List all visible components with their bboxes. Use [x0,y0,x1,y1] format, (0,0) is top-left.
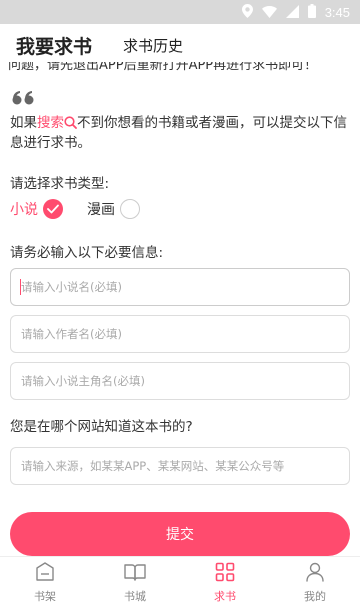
checkmark-icon[interactable] [43,199,63,219]
nav-label-bookstore: 书城 [124,590,146,602]
clipped-notice: 问题，请先退出APP后重新打开APP再进行求书即可！ [0,62,360,74]
source-input[interactable] [10,447,350,485]
nav-label-request: 求书 [214,590,236,602]
user-icon [305,562,325,585]
type-option-comic-label: 漫画 [87,202,115,218]
bookshelf-icon [34,562,56,585]
text-caret [20,279,21,295]
type-label: 请选择求书类型: [10,176,110,192]
novel-name-input[interactable] [10,268,350,306]
search-icon [64,116,77,129]
radio-empty-icon[interactable] [120,199,140,219]
nav-item-bookstore[interactable]: 书城 [90,557,180,602]
source-question-label: 您是在哪个网站知道这本书的? [10,419,193,435]
type-option-comic[interactable]: 漫画 [87,199,140,219]
nav-item-request[interactable]: 求书 [180,557,270,602]
required-info-label: 请务必输入以下必要信息: [10,245,164,261]
battery-icon [307,3,316,22]
nav-label-profile: 我的 [304,590,326,602]
nav-item-bookshelf[interactable]: 书架 [0,557,90,602]
type-option-novel-label: 小说 [10,202,38,218]
protagonist-name-input[interactable] [10,362,350,400]
status-bar: 3:45 [0,0,360,24]
search-link[interactable]: 搜索 [37,115,64,131]
tab-request-book[interactable]: 我要求书 [16,32,92,59]
submit-button[interactable]: 提交 [10,512,350,556]
grid-icon [215,562,235,585]
top-tabs: 我要求书 求书历史 [0,24,360,64]
intro-part1: 如果 [10,115,37,131]
type-selector: 小说 漫画 [10,199,140,219]
signal-icon [285,3,299,22]
quote-icon [12,90,36,109]
tab-request-history[interactable]: 求书历史 [123,35,183,56]
author-name-input[interactable] [10,315,350,353]
bottom-nav: 书架 书城 求书 我的 [0,556,360,602]
nav-label-bookshelf: 书架 [34,590,56,602]
clipped-notice-text: 问题，请先退出APP后重新打开APP再进行求书即可！ [8,62,318,73]
intro-text: 如果搜索 不到你想看的书籍或者漫画，可以提交以下信息进行求书。 [10,113,350,153]
status-time: 3:45 [324,5,350,20]
book-open-icon [124,562,146,585]
location-icon [241,3,253,22]
nav-item-profile[interactable]: 我的 [270,557,360,602]
wifi-icon [261,3,277,22]
type-option-novel[interactable]: 小说 [10,199,63,219]
